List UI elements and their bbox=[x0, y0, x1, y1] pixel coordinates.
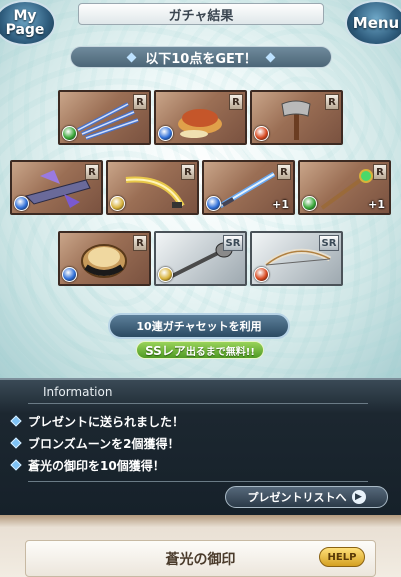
rarity-badge: R bbox=[325, 94, 339, 110]
information-list: プレゼントに送られました！ ブロンズムーンを2個獲得！ 蒼光の御印を10個獲得！ bbox=[10, 410, 185, 476]
rarity-badge: R bbox=[229, 94, 243, 110]
arrow-right-icon: ▶ bbox=[351, 490, 366, 504]
diamond-bullet-icon bbox=[10, 459, 22, 471]
claw-weapon-art bbox=[77, 102, 139, 140]
light-element-icon bbox=[110, 196, 125, 211]
item-card[interactable]: SR bbox=[154, 231, 247, 286]
mypage-label-line2: Page bbox=[5, 22, 45, 38]
free-tag-prefix: SSレア bbox=[145, 343, 186, 358]
item-card[interactable]: SR bbox=[250, 231, 343, 286]
water-element-icon bbox=[158, 126, 173, 141]
water-element-icon bbox=[14, 196, 29, 211]
diamond-icon bbox=[126, 52, 137, 62]
drum-weapon-art bbox=[81, 244, 127, 278]
help-button[interactable]: HELP bbox=[319, 547, 365, 567]
information-item: 蒼光の御印を10個獲得！ bbox=[10, 454, 184, 476]
divider bbox=[28, 403, 368, 404]
diamond-bullet-icon bbox=[10, 437, 22, 449]
diamond-bullet-icon bbox=[10, 415, 22, 427]
information-panel: Information プレゼントに送られました！ ブロンズムーンを2個獲得！ … bbox=[0, 378, 401, 515]
gacha-set-button[interactable]: 10連ガチャセットを利用 bbox=[108, 313, 290, 339]
information-item: ブロンズムーンを2個獲得！ bbox=[10, 432, 184, 454]
rarity-badge: SR bbox=[223, 235, 243, 251]
information-heading: Information bbox=[43, 385, 113, 399]
menu-button[interactable]: Menu bbox=[345, 0, 401, 46]
present-list-label: プレゼントリストへ bbox=[247, 491, 347, 504]
bowl-weapon-art bbox=[178, 109, 222, 138]
divider bbox=[28, 481, 368, 482]
gun-weapon-art bbox=[25, 170, 91, 208]
item-card[interactable]: R bbox=[106, 160, 199, 215]
item-card[interactable]: R bbox=[58, 231, 151, 286]
free-until-ss-tag: SSレア 出るまで無料!! bbox=[136, 341, 264, 359]
menu-label: Menu bbox=[352, 13, 400, 32]
item-card[interactable]: R bbox=[250, 90, 343, 145]
item-card[interactable]: R +1 bbox=[298, 160, 391, 215]
result-banner-text: 以下10点をGET！ bbox=[145, 51, 257, 67]
item-name-bar: 蒼光の御印 HELP bbox=[25, 540, 376, 577]
wind-element-icon bbox=[302, 196, 317, 211]
rarity-badge: R bbox=[277, 164, 291, 180]
water-element-icon bbox=[206, 196, 221, 211]
item-card[interactable]: R bbox=[58, 90, 151, 145]
page-title: ガチャ結果 bbox=[78, 3, 324, 25]
diamond-icon bbox=[265, 52, 276, 62]
information-item: プレゼントに送られました！ bbox=[10, 410, 185, 432]
plus-bonus: +1 bbox=[272, 198, 289, 211]
rarity-badge: R bbox=[85, 164, 99, 180]
item-detail-panel: 蒼光の御印 HELP bbox=[0, 515, 401, 577]
water-element-icon bbox=[62, 267, 77, 282]
rarity-badge: R bbox=[133, 94, 147, 110]
axe-weapon-art bbox=[281, 100, 311, 140]
present-list-button[interactable]: プレゼントリストへ ▶ bbox=[225, 486, 388, 508]
light-element-icon bbox=[158, 267, 173, 282]
gacha-result-stage: My Page ガチャ結果 Menu 以下10点をGET！ R R R R R … bbox=[0, 0, 401, 378]
information-text: 蒼光の御印を10個獲得！ bbox=[28, 458, 165, 473]
item-card[interactable]: R +1 bbox=[202, 160, 295, 215]
rarity-badge: SR bbox=[319, 235, 339, 251]
result-banner: 以下10点をGET！ bbox=[70, 46, 332, 68]
plus-bonus: +1 bbox=[368, 198, 385, 211]
item-card[interactable]: R bbox=[10, 160, 103, 215]
wind-element-icon bbox=[62, 126, 77, 141]
rarity-badge: R bbox=[373, 164, 387, 180]
information-text: プレゼントに送られました！ bbox=[28, 414, 185, 429]
scimitar-weapon-art bbox=[125, 176, 185, 208]
free-tag-suffix: 出るまで無料!! bbox=[185, 346, 255, 358]
rarity-badge: R bbox=[181, 164, 195, 180]
rarity-badge: R bbox=[133, 235, 147, 251]
mypage-label-line1: My bbox=[13, 8, 37, 24]
fire-element-icon bbox=[254, 267, 269, 282]
mypage-button[interactable]: My Page bbox=[0, 0, 56, 46]
information-text: ブロンズムーンを2個獲得！ bbox=[28, 436, 180, 451]
fire-element-icon bbox=[254, 126, 269, 141]
item-card[interactable]: R bbox=[154, 90, 247, 145]
